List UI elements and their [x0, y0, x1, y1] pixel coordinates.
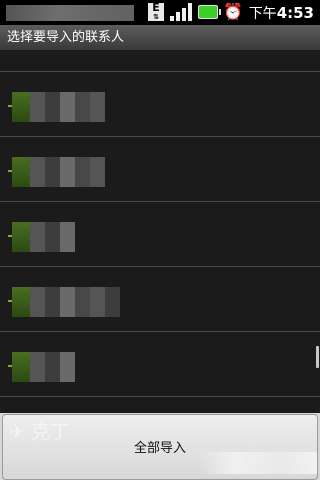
ghost-text: ✈ 克丁 — [9, 421, 69, 443]
contact-checkbox[interactable] — [8, 287, 30, 317]
contact-row[interactable] — [0, 267, 316, 331]
network-e-icon: E ⇅ — [148, 2, 164, 21]
clock-time: 4:53 — [276, 4, 314, 22]
battery-icon — [198, 5, 221, 19]
contact-list[interactable] — [0, 50, 320, 413]
contact-name — [30, 287, 120, 317]
contact-checkbox[interactable] — [8, 222, 30, 252]
scrollbar-thumb[interactable] — [316, 346, 319, 368]
clock: 下午4:53 — [249, 4, 314, 23]
title-bar: 选择要导入的联系人 — [0, 25, 320, 50]
contact-name — [30, 352, 75, 382]
contact-name — [30, 222, 75, 252]
signal-icon — [170, 3, 192, 21]
contact-row[interactable] — [0, 202, 316, 266]
contact-row[interactable] — [0, 332, 316, 396]
alarm-icon: ⏰ — [223, 2, 243, 21]
contact-name — [30, 157, 105, 187]
blurred-overlay — [199, 452, 317, 474]
page-title: 选择要导入的联系人 — [7, 30, 125, 45]
contact-checkbox[interactable] — [8, 92, 30, 122]
contact-checkbox[interactable] — [8, 157, 30, 187]
bottom-panel: ✈ 克丁 全部导入 — [0, 413, 320, 480]
contact-name — [30, 92, 105, 122]
clock-prefix: 下午 — [248, 6, 277, 22]
status-bar: E ⇅ ⏰ 下午4:53 — [0, 0, 320, 25]
contact-row[interactable] — [0, 72, 316, 136]
contact-checkbox[interactable] — [8, 352, 30, 382]
divider — [0, 396, 320, 397]
notification-area — [6, 5, 134, 21]
import-all-button[interactable]: ✈ 克丁 全部导入 — [2, 414, 318, 480]
contact-row[interactable] — [0, 137, 316, 201]
